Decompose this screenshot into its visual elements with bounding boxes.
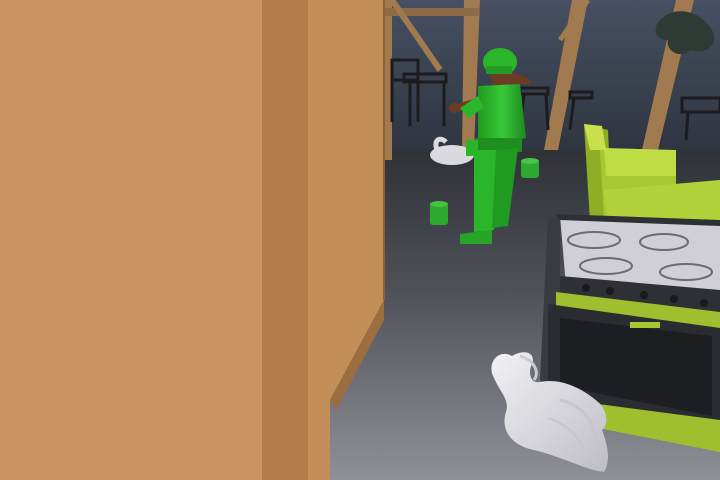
game-viewport[interactable] xyxy=(0,0,720,480)
dark-windows xyxy=(378,0,720,160)
wooden-door-panel xyxy=(0,0,385,480)
scene-canvas xyxy=(0,0,720,480)
